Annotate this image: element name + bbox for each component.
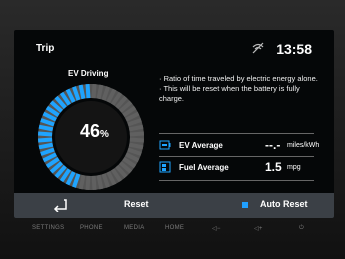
auto-reset-button[interactable]: Auto Reset bbox=[260, 199, 308, 209]
settings-hardkey[interactable]: SETTINGS bbox=[32, 225, 64, 231]
info-line-1: · Ratio of time traveled by electric ene… bbox=[159, 74, 318, 83]
gauge-segment-filled bbox=[38, 142, 54, 150]
gauge-segment-filled bbox=[37, 137, 53, 143]
home-hardkey[interactable]: HOME bbox=[165, 225, 184, 231]
fuel-average-unit: mpg bbox=[287, 164, 301, 171]
gauge-label: EV Driving bbox=[68, 69, 109, 78]
screen: Trip 13:58 EV Driving 46% · Ratio of tim… bbox=[14, 30, 334, 218]
divider bbox=[159, 180, 314, 181]
gauge-unit: % bbox=[100, 129, 109, 140]
fuel-average-row: Fuel Average 1.5 mpg bbox=[159, 160, 319, 176]
fuel-pump-icon bbox=[159, 161, 171, 173]
ev-average-value: --.- bbox=[265, 138, 281, 152]
gauge-number: 46 bbox=[80, 121, 101, 141]
gauge-segment-empty bbox=[96, 84, 104, 100]
gauge-segment-empty bbox=[91, 175, 97, 191]
page-title: Trip bbox=[36, 43, 55, 54]
gauge-segment-empty bbox=[78, 174, 86, 190]
gauge-value: 46% bbox=[80, 121, 110, 142]
divider bbox=[159, 156, 314, 157]
auto-reset-indicator bbox=[242, 202, 248, 208]
fuel-average-value: 1.5 bbox=[265, 160, 282, 174]
reset-button[interactable]: Reset bbox=[124, 199, 149, 209]
gauge-segment-filled bbox=[37, 131, 53, 137]
volume-down-hardkey[interactable]: ◁− bbox=[212, 225, 221, 232]
gauge-segment-filled bbox=[78, 84, 86, 100]
gauge-segment-empty bbox=[128, 142, 144, 150]
phone-hardkey[interactable]: PHONE bbox=[80, 225, 103, 231]
battery-car-icon bbox=[159, 140, 171, 150]
info-line-2: · This will be reset when the battery is… bbox=[159, 84, 300, 103]
ev-average-unit: miles/kWh bbox=[287, 142, 320, 149]
gauge-segment-filled bbox=[38, 124, 54, 132]
volume-up-hardkey[interactable]: ◁+ bbox=[254, 225, 263, 232]
bottom-bar: Reset Auto Reset bbox=[14, 193, 334, 218]
power-hardkey[interactable]: ⏻ bbox=[299, 225, 304, 232]
clock: 13:58 bbox=[276, 41, 312, 57]
gauge-segment-empty bbox=[129, 137, 145, 143]
gauge-segment-empty bbox=[129, 131, 145, 137]
ev-average-row: EV Average --.- miles/kWh bbox=[159, 138, 319, 154]
ev-average-label: EV Average bbox=[179, 141, 223, 150]
fuel-average-label: Fuel Average bbox=[179, 163, 229, 172]
connectivity-off-icon bbox=[252, 42, 264, 54]
gauge-segment-empty bbox=[85, 175, 91, 191]
back-icon[interactable] bbox=[52, 198, 68, 212]
gauge-segment-filled bbox=[85, 83, 91, 99]
divider bbox=[159, 133, 314, 134]
gauge-segment-empty bbox=[96, 174, 104, 190]
gauge-segment-empty bbox=[91, 83, 97, 99]
info-text: · Ratio of time traveled by electric ene… bbox=[159, 74, 324, 104]
gauge-segment-empty bbox=[128, 124, 144, 132]
media-hardkey[interactable]: MEDIA bbox=[124, 225, 145, 231]
